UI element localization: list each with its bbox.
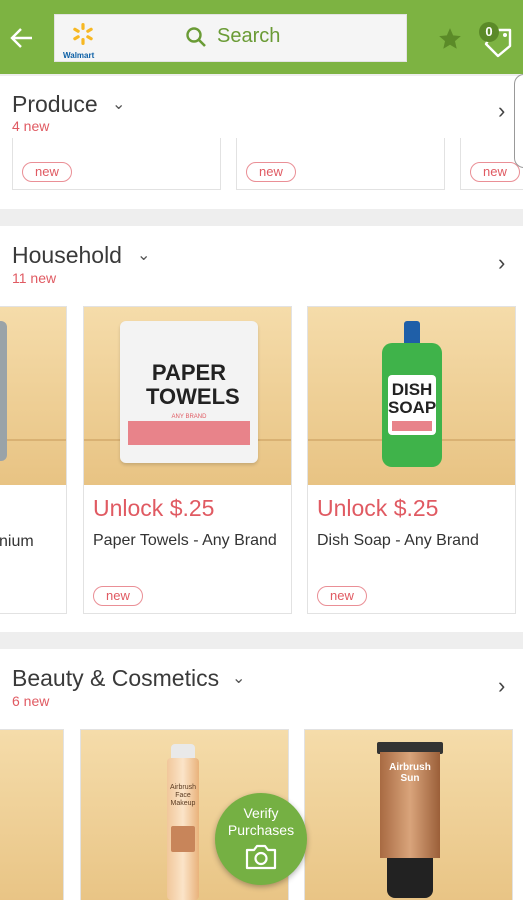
section-household: Household ⌄ 11 new › nium PAPER TOWELS A… [0,226,523,632]
unlock-price: Unlock $.25 [93,495,215,521]
section-next-icon[interactable]: › [498,673,505,699]
section-new-count: 11 new [12,270,57,286]
pack-line1: PAPER [151,360,227,385]
new-badge: new [317,586,367,606]
bottle-line1: DISH [391,380,433,399]
paper-towels-pack: PAPER TOWELS ANY BRAND [120,321,258,463]
section-title[interactable]: Produce [12,91,98,118]
section-new-count: 4 new [12,118,50,134]
camera-icon [245,844,277,870]
product-card[interactable]: new [236,138,445,190]
product-image [0,307,66,485]
walmart-logo-text: Walmart [63,51,95,60]
bottle-line2: SOAP [388,398,437,417]
pack-sub: ANY BRAND [171,414,207,420]
new-badge: new [22,162,72,182]
new-badge: new [470,162,520,182]
scroll-edge-handle [514,74,523,168]
search-bar[interactable]: Walmart Search [54,14,407,62]
product-name: Paper Towels - Any Brand [93,532,277,549]
dish-soap-bottle: DISH SOAP [382,321,442,467]
section-next-icon[interactable]: › [498,250,505,276]
new-badge: new [93,586,143,606]
product-card[interactable]: new [12,138,221,190]
cart-count-badge: 0 [479,22,499,42]
product-card[interactable]: Airbrush Sun [304,729,513,900]
section-next-icon[interactable]: › [498,98,505,124]
fab-label-line1: Verify [243,805,279,821]
section-title[interactable]: Beauty & Cosmetics [12,665,219,692]
product-card[interactable]: DISH SOAP Unlock $.25 Dish Soap - Any Br… [307,306,516,614]
product-card[interactable]: PAPER TOWELS ANY BRAND Unlock $.25 Paper… [83,306,292,614]
star-icon [439,28,461,49]
fab-label-line2: Purchases [227,822,295,838]
back-arrow-icon [10,28,32,48]
favorites-button[interactable] [437,26,463,52]
new-badge: new [246,162,296,182]
section-title[interactable]: Household [12,242,122,269]
product-image: PAPER TOWELS ANY BRAND [84,307,291,485]
airbrush-sun-tube: Airbrush Sun [377,742,443,898]
cart-button[interactable]: 0 [476,20,516,58]
product-card[interactable] [0,729,64,900]
product-name: nium [0,533,34,550]
section-new-count: 6 new [12,693,50,709]
airbrush-makeup-can: Airbrush Face Makeup [167,744,199,900]
unlock-price: Unlock $.25 [317,495,439,521]
product-image: Airbrush Sun [305,730,512,900]
search-placeholder: Search [217,25,281,47]
chevron-down-icon[interactable]: ⌄ [137,245,150,265]
chevron-down-icon[interactable]: ⌄ [112,94,125,114]
search-icon [186,26,206,47]
product-label: Airbrush Face Makeup [169,784,197,807]
product-name: Dish Soap - Any Brand [317,532,479,549]
product-image: DISH SOAP [308,307,515,485]
product-card[interactable]: nium [0,306,67,614]
app-header: Walmart Search 0 [0,0,523,74]
section-produce: Produce ⌄ 4 new › new new new [0,76,523,209]
product-image [0,730,63,900]
product-label: Airbrush Sun [389,762,431,784]
back-button[interactable] [8,22,36,54]
verify-purchases-button[interactable]: Verify Purchases [215,793,307,885]
pack-line2: TOWELS [146,384,240,409]
chevron-down-icon[interactable]: ⌄ [232,668,245,688]
